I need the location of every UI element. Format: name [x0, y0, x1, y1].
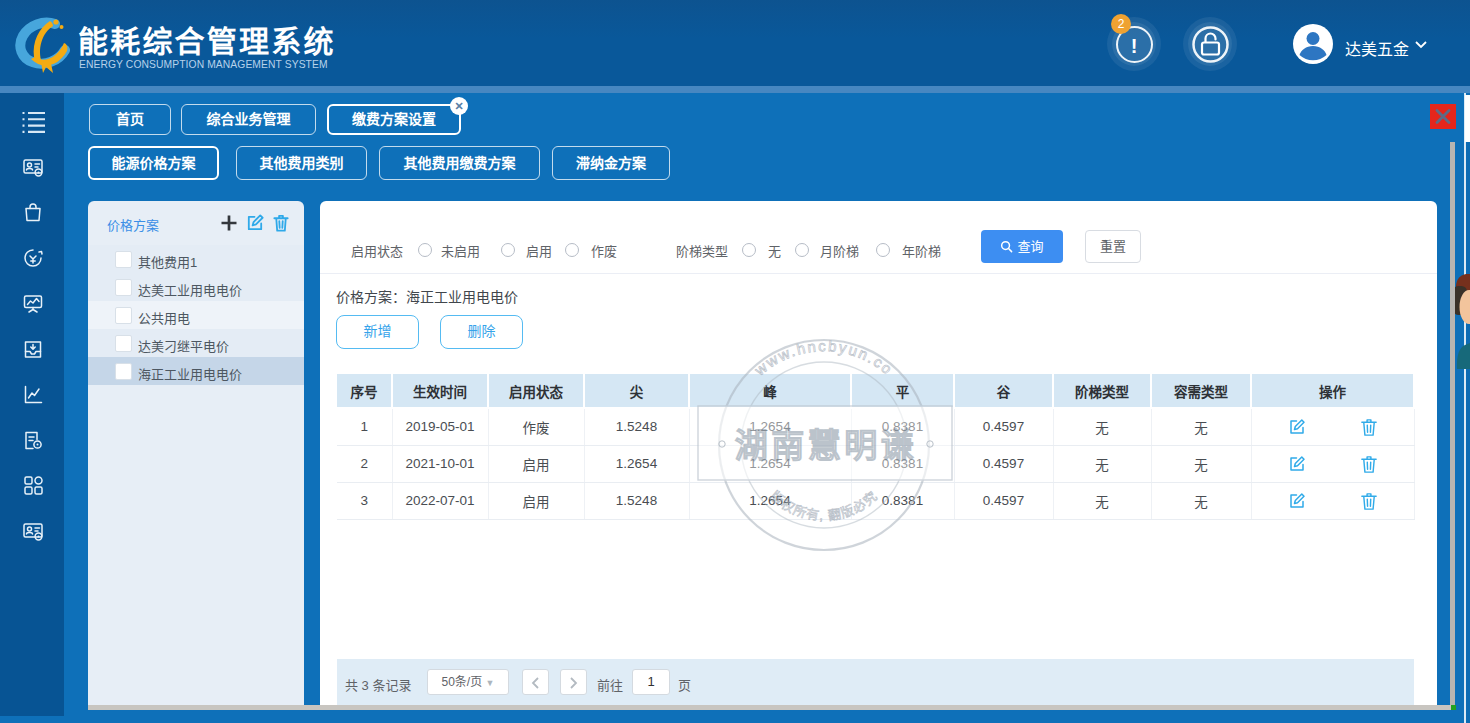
svg-text:www.hncbyun.co: www.hncbyun.co — [750, 337, 897, 379]
